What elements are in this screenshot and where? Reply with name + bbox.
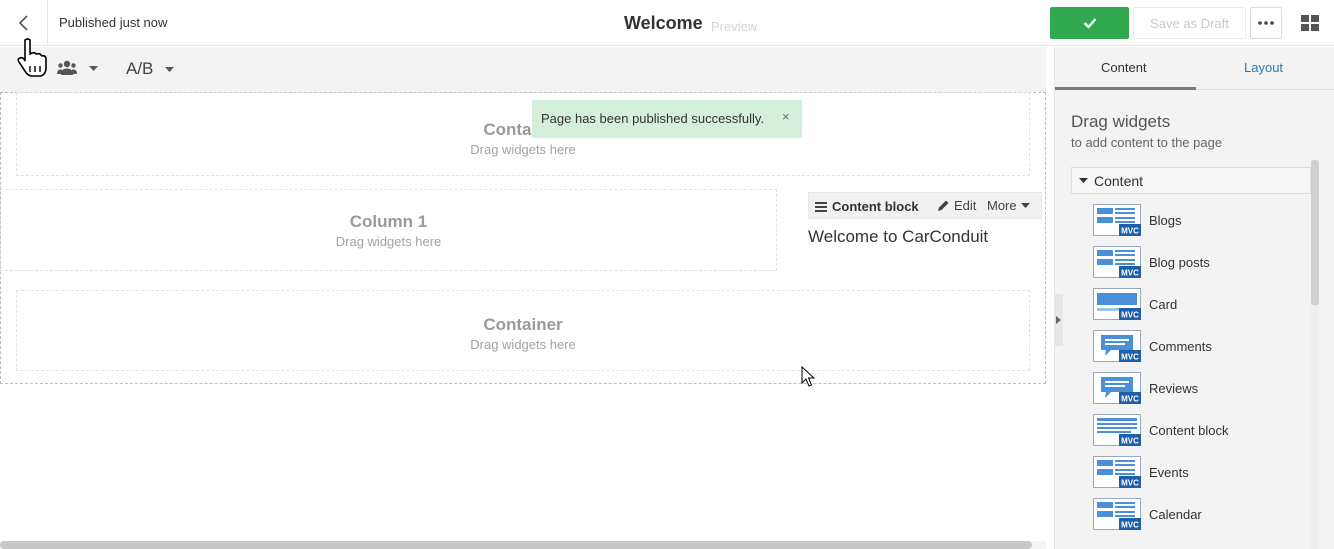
editor-toolbar: A/B (0, 47, 1054, 92)
layout-grid-button[interactable] (1296, 10, 1324, 36)
edit-widget-button[interactable]: Edit (937, 198, 976, 213)
svg-text:MVC: MVC (1121, 521, 1139, 530)
publish-status: Published just now (59, 15, 168, 30)
dropzone-hint: Drag widgets here (470, 142, 576, 157)
svg-text:MVC: MVC (1121, 311, 1139, 320)
card-widget-icon: MVC (1093, 288, 1141, 320)
svg-text:MVC: MVC (1121, 353, 1139, 362)
svg-text:MVC: MVC (1121, 269, 1139, 278)
caret-down-icon (1020, 203, 1030, 208)
svg-text:MVC: MVC (1121, 395, 1139, 404)
top-bar: Published just now Welcome Preview Save … (0, 0, 1334, 46)
dropzone-title: Column 1 (349, 212, 428, 231)
widget-label: Reviews (1149, 380, 1199, 396)
container-bottom-dropzone[interactable]: Container Drag widgets here (16, 290, 1030, 371)
more-label: More (987, 198, 1017, 213)
widget-item[interactable]: MVC Blog posts (1093, 245, 1303, 279)
dropzone-title: Container (483, 315, 563, 334)
widget-label: Comments (1149, 338, 1212, 354)
ellipsis-icon (1258, 21, 1274, 25)
ab-test-label: A/B (126, 59, 154, 78)
check-icon (1083, 18, 1096, 29)
tab-content[interactable]: Content (1101, 60, 1147, 75)
active-tab-indicator (1055, 87, 1196, 90)
panel-subheading: to add content to the page (1071, 135, 1223, 150)
list-widget-icon: MVC (1093, 246, 1141, 278)
widget-label: Calendar (1149, 506, 1202, 522)
save-draft-button[interactable]: Save as Draft (1133, 7, 1246, 39)
widget-label: Blogs (1149, 212, 1182, 228)
content-block-handle[interactable]: Content block (815, 199, 919, 214)
text-widget-icon: MVC (1093, 414, 1141, 446)
edit-label: Edit (954, 198, 977, 213)
widget-label: Content block (1149, 422, 1229, 438)
users-icon (57, 60, 77, 75)
list-widget-icon: MVC (1093, 498, 1141, 530)
widget-item[interactable]: MVC Reviews (1093, 371, 1303, 405)
page-title: Welcome (624, 13, 703, 33)
toast-close-button[interactable]: × (782, 109, 790, 124)
panel-tabs: Content Layout (1055, 47, 1334, 90)
preview-link[interactable]: Preview (711, 19, 757, 34)
widget-item[interactable]: MVC Blogs (1093, 203, 1303, 237)
column-1-dropzone[interactable]: Column 1 Drag widgets here (0, 189, 777, 271)
caret-down-icon (1079, 178, 1088, 183)
widget-label: Blog posts (1149, 254, 1210, 270)
category-content-toggle[interactable]: Content (1071, 167, 1311, 194)
chevron-left-icon (18, 15, 28, 31)
caret-down-icon (89, 65, 98, 71)
widget-label: Events (1149, 464, 1189, 480)
panel-heading: Drag widgets (1071, 112, 1171, 131)
comment-widget-icon: MVC (1093, 330, 1141, 362)
container-top-dropzone[interactable]: Container Drag widgets here (16, 92, 1030, 176)
more-actions-button[interactable] (1250, 7, 1282, 39)
list-widget-icon: MVC (1093, 456, 1141, 488)
dropzone-hint: Drag widgets here (470, 337, 576, 352)
list-widget-icon: MVC (1093, 204, 1141, 236)
category-label: Content (1094, 172, 1144, 189)
widget-label: Card (1149, 296, 1178, 312)
toast-message: Page has been published successfully. (541, 111, 765, 126)
comment-widget-icon: MVC (1093, 372, 1141, 404)
svg-text:MVC: MVC (1121, 227, 1139, 236)
ab-test-dropdown[interactable]: A/B (126, 59, 175, 79)
svg-text:MVC: MVC (1121, 479, 1139, 488)
widget-item[interactable]: MVC Comments (1093, 329, 1303, 363)
panel-separator (1046, 47, 1054, 549)
widgets-panel: Content Layout Drag widgets to add conte… (1054, 47, 1334, 549)
content-block-toolbar: Content block Edit More (808, 192, 1042, 219)
widget-item[interactable]: MVC Calendar (1093, 497, 1303, 531)
more-widget-menu[interactable]: More (987, 198, 1030, 213)
page-canvas: Container Drag widgets here Column 1 Dra… (0, 92, 1054, 549)
caret-right-icon (1056, 316, 1061, 324)
persona-dropdown[interactable] (57, 60, 98, 76)
content-block-label: Content block (832, 199, 919, 214)
caret-down-icon (165, 66, 175, 72)
hamburger-icon (815, 201, 827, 212)
grid-icon (1301, 15, 1319, 31)
svg-text:MVC: MVC (1121, 437, 1139, 446)
dropzone-hint: Drag widgets here (335, 234, 442, 249)
arrow-cursor-icon (801, 366, 815, 387)
horizontal-scrollbar-thumb[interactable] (0, 541, 1032, 549)
publish-button[interactable] (1050, 7, 1129, 39)
dropzone-title: Container (483, 120, 563, 139)
hand-pointer-cursor-icon (17, 38, 47, 77)
content-block-text[interactable]: Welcome to CarConduit (808, 227, 988, 247)
vertical-scrollbar-thumb[interactable] (1311, 160, 1319, 305)
success-toast: Page has been published successfully. × (532, 100, 802, 138)
widget-item[interactable]: MVC Card (1093, 287, 1303, 321)
pencil-icon (938, 200, 949, 211)
widget-item[interactable]: MVC Content block (1093, 413, 1303, 447)
widget-item[interactable]: MVC Events (1093, 455, 1303, 489)
tab-layout[interactable]: Layout (1244, 60, 1283, 75)
panel-collapse-handle[interactable] (1054, 294, 1063, 346)
